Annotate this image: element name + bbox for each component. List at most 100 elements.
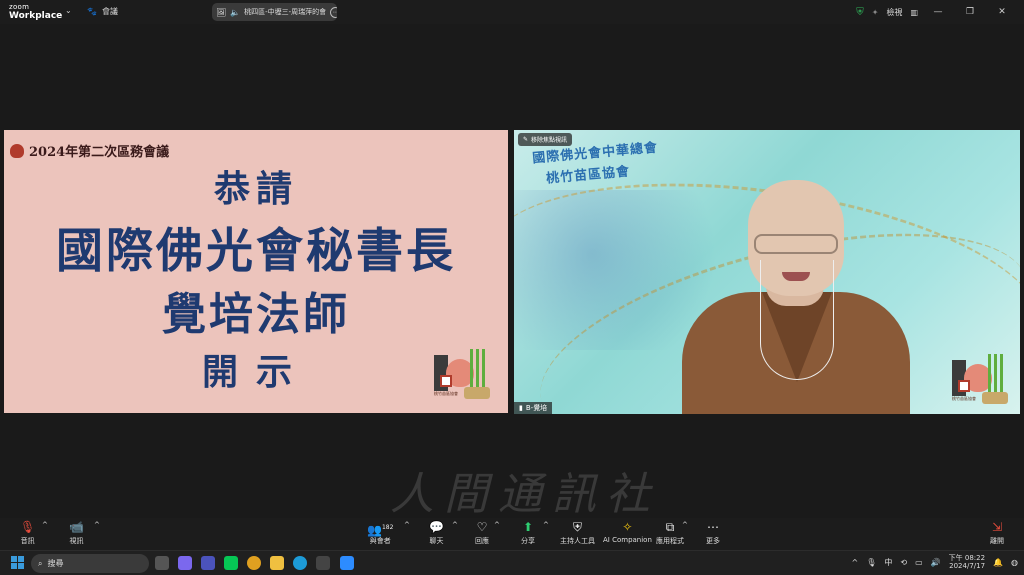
display-icon[interactable]: ▭ [915, 558, 923, 567]
participant-name-tag: ▮ B-覺培 [514, 402, 553, 414]
title-bar: zoom Workplace ⌄ 🐾 會議 🖼 🔈 桃四區-中壢三-周瑞萍的會 … [0, 0, 1024, 24]
heart-icon: ♡ [476, 520, 488, 534]
camera-icon: 📹 [69, 520, 84, 534]
video-tile[interactable]: 國際佛光會中華總會 桃竹苗區協會 ✎ 移除焦點視訊 桃竹苗區協會 ▮ B-覺培 [514, 130, 1020, 414]
sparkle-icon[interactable]: ✦ [872, 8, 879, 17]
avatar-icon[interactable]: ◍ [1011, 558, 1018, 567]
meeting-avatar-icon: 🖼 [216, 7, 227, 17]
association-emblem: 桃竹苗區協會 [426, 345, 492, 405]
windows-start-icon[interactable] [11, 556, 24, 569]
window-controls: ⛨ ✦ 檢視 ▥ — ❐ ✕ [856, 0, 1024, 24]
chat-caret-icon[interactable]: ^ [452, 521, 458, 529]
ai-companion-button[interactable]: ✧ AI Companion [603, 521, 652, 545]
volume-icon[interactable]: 🔊 [931, 558, 941, 567]
speaker-icon: 🔈 [230, 7, 241, 17]
view-button[interactable]: 檢視 [886, 7, 902, 18]
video-label: 視訊 [69, 537, 84, 545]
share-label: 分享 [521, 537, 535, 545]
os-taskbar: ⌕ 搜尋 ^ 🎙 中 ⟲ ▭ 🔊 下午 08:22 2024/7/17 🔔 ◍ [0, 550, 1024, 575]
emblem-text: 桃竹苗區協會 [434, 391, 458, 396]
edge-icon[interactable] [293, 556, 307, 570]
participant-name: B-覺培 [525, 404, 548, 412]
signal-icon: ▮ [519, 404, 523, 412]
leave-button[interactable]: ⇲ 離開 [990, 521, 1004, 546]
participant-video [682, 180, 910, 414]
apps-icon: ⧉ [665, 520, 675, 534]
shield-icon[interactable]: ⛨ [856, 7, 864, 18]
clock-time: 下午 08:22 [948, 554, 986, 562]
emblem-text-video: 桃竹苗區協會 [952, 396, 976, 401]
lotus-logo-icon [10, 143, 24, 158]
audio-caret-icon[interactable]: ^ [42, 521, 48, 529]
audio-label: 音訊 [20, 537, 35, 545]
line-icon[interactable] [224, 556, 238, 570]
react-button[interactable]: ♡ 回應 [475, 521, 489, 546]
apps-caret-icon[interactable]: ^ [682, 521, 688, 529]
maximize-icon[interactable]: ❐ [958, 7, 982, 17]
more-icon: ⋯ [707, 520, 719, 534]
microphone-muted-icon: 🎙 [20, 520, 36, 534]
chevron-down-icon[interactable]: ⌄ [65, 6, 72, 15]
task-view-icon[interactable] [155, 556, 169, 570]
minimize-icon[interactable]: — [926, 7, 950, 17]
chat-label: 聊天 [429, 537, 444, 545]
meeting-toolbar: 🎙 音訊 ^ 📹 視訊 ^ 👥182 與會者 ^ 💬 聊天 ^ ♡ 回應 ^ ⬆… [0, 518, 1024, 550]
shared-slide[interactable]: 2024年第二次區務會議 恭請 國際佛光會秘書長 覺培法師 開示 桃竹苗區協會 [4, 130, 508, 413]
chat-button[interactable]: 💬 聊天 [429, 521, 444, 546]
system-tray: ^ 🎙 中 ⟲ ▭ 🔊 下午 08:22 2024/7/17 🔔 ◍ [852, 554, 1018, 570]
clock-date: 2024/7/17 [949, 562, 986, 570]
meetings-tab[interactable]: 🐾 會議 [87, 6, 118, 17]
share-caret-icon[interactable]: ^ [543, 521, 549, 529]
apps-button[interactable]: ⧉ 應用程式 [656, 521, 684, 546]
participants-icon: 👥182 [367, 523, 394, 537]
close-icon[interactable]: ✕ [990, 7, 1014, 17]
widgets-icon[interactable] [178, 556, 192, 570]
slide-line3: 覺培法師 [162, 289, 350, 340]
view-grid-icon[interactable]: ▥ [910, 8, 918, 17]
notification-bell-icon[interactable]: 🔔 [993, 558, 1003, 567]
audio-button[interactable]: 🎙 音訊 [20, 521, 35, 546]
host-tools-button[interactable]: ⛨ 主持人工具 [560, 521, 595, 546]
video-caret-icon[interactable]: ^ [94, 521, 100, 529]
meetings-label: 會議 [101, 7, 118, 16]
participants-button[interactable]: 👥182 與會者 [367, 521, 393, 546]
host-tools-label: 主持人工具 [560, 537, 595, 545]
share-arrow-icon: ⬆ [522, 520, 534, 534]
store-icon[interactable] [316, 556, 330, 570]
chat-icon: 💬 [429, 520, 444, 534]
more-icon[interactable]: ⋯ [330, 6, 337, 18]
ime-indicator[interactable]: 中 [884, 557, 892, 568]
unspotlight-badge[interactable]: ✎ 移除焦點視訊 [518, 133, 573, 146]
slide-header: 2024年第二次區務會議 [10, 141, 169, 160]
tray-chevron-icon[interactable]: ^ [852, 558, 859, 567]
ime-mode-icon[interactable]: ⟲ [900, 558, 907, 567]
share-button[interactable]: ⬆ 分享 [521, 521, 535, 546]
clock[interactable]: 下午 08:22 2024/7/17 [949, 554, 985, 570]
taskbar-search[interactable]: ⌕ 搜尋 [31, 554, 149, 573]
zoom-logo: zoom Workplace [9, 3, 62, 21]
react-label: 回應 [475, 537, 489, 545]
mic-tray-icon[interactable]: 🎙 [866, 558, 876, 567]
more-button[interactable]: ⋯ 更多 [706, 521, 720, 546]
participants-count: 182 [381, 524, 394, 531]
react-caret-icon[interactable]: ^ [494, 521, 500, 529]
chrome-icon[interactable] [247, 556, 261, 570]
meeting-pill[interactable]: 🖼 🔈 桃四區-中壢三-周瑞萍的會 ⋯ [212, 3, 337, 21]
watermark: 人間通訊社 [390, 469, 660, 520]
slide-line2: 國際佛光會秘書長 [56, 224, 456, 279]
participants-caret-icon[interactable]: ^ [404, 521, 410, 529]
zoom-taskbar-icon[interactable] [340, 556, 354, 570]
file-explorer-icon[interactable] [270, 556, 284, 570]
more-label: 更多 [706, 537, 720, 545]
slide-line1: 恭請 [213, 169, 298, 210]
search-icon: ⌕ [38, 558, 43, 568]
search-placeholder: 搜尋 [47, 559, 64, 568]
leave-label: 離開 [990, 537, 1004, 545]
leave-icon: ⇲ [991, 520, 1003, 534]
meeting-title: 桃四區-中壢三-周瑞萍的會 [244, 8, 327, 16]
paw-icon: 🐾 [87, 7, 97, 16]
teams-icon[interactable] [201, 556, 215, 570]
video-button[interactable]: 📹 視訊 [69, 521, 84, 546]
participants-label: 與會者 [369, 537, 391, 545]
slide-header-text: 2024年第二次區務會議 [29, 145, 170, 160]
